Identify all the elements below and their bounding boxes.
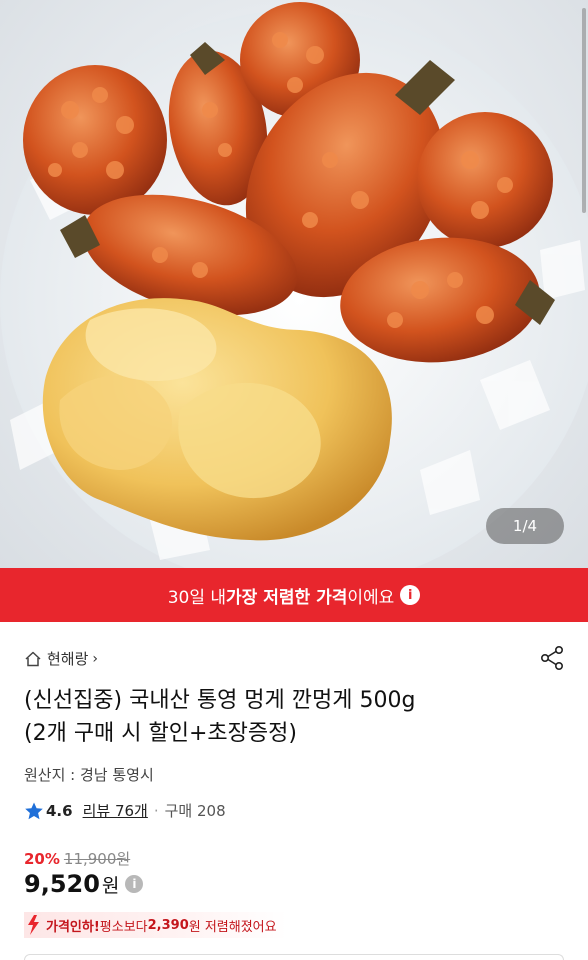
discount-percent: 20% <box>24 850 60 868</box>
image-counter: 1/4 <box>486 508 564 544</box>
chevron-right-icon: › <box>92 650 99 667</box>
product-image-gallery[interactable]: 1/4 <box>0 0 588 568</box>
rating-score: 4.6 <box>46 801 73 820</box>
price-drop-suffix: 원 저렴해졌어요 <box>188 919 277 935</box>
scrollbar[interactable] <box>582 8 586 213</box>
sale-price-row: 9,520 원 i <box>24 870 144 898</box>
product-photo <box>0 2 588 568</box>
store-link[interactable]: 현해랑 › <box>24 648 98 669</box>
price-unit: 원 <box>101 874 120 897</box>
separator-dot: · <box>153 801 159 820</box>
home-icon <box>25 651 41 666</box>
banner-prefix: 30일 내 <box>167 587 227 608</box>
star-icon <box>25 802 43 819</box>
purchase-count: 구매 208 <box>164 802 226 820</box>
product-title: (신선집중) 국내산 통영 멍게 깐멍게 500g (2개 구매 시 할인+초장… <box>24 684 564 750</box>
rating-row: 4.6 리뷰 76개 · 구매 208 <box>24 800 226 821</box>
store-name: 현해랑 <box>47 650 89 668</box>
discount-row: 20% 11,900원 <box>24 848 130 869</box>
price-down-arrow-icon <box>28 915 39 935</box>
price-drop-label: 가격인하! <box>46 919 100 935</box>
option-box-edge <box>24 954 564 960</box>
product-title-line-2: (2개 구매 시 할인+초장증정) <box>24 721 297 746</box>
origin-info: 원산지 : 경남 통영시 <box>24 766 154 784</box>
price-drop-middle: 평소보다 <box>99 919 148 935</box>
price-drop-notice: 가격인하! 평소보다 2,390 원 저렴해졌어요 <box>24 912 287 938</box>
banner-highlight: 가장 저렴한 가격 <box>226 587 348 608</box>
price-info-icon[interactable]: i <box>125 875 144 893</box>
price-drop-amount: 2,390 <box>147 917 189 933</box>
reviews-link[interactable]: 리뷰 76개 <box>83 800 148 821</box>
product-title-line-1: (신선집중) 국내산 통영 멍게 깐멍게 500g <box>24 688 416 713</box>
lowest-price-banner[interactable]: 30일 내 가장 저렴한 가격 이에요 i <box>0 568 588 622</box>
sale-price: 9,520 <box>24 870 100 898</box>
original-price: 11,900원 <box>63 850 131 868</box>
share-icon[interactable] <box>538 644 566 672</box>
banner-suffix: 이에요 <box>347 587 395 608</box>
info-icon[interactable]: i <box>400 585 421 605</box>
